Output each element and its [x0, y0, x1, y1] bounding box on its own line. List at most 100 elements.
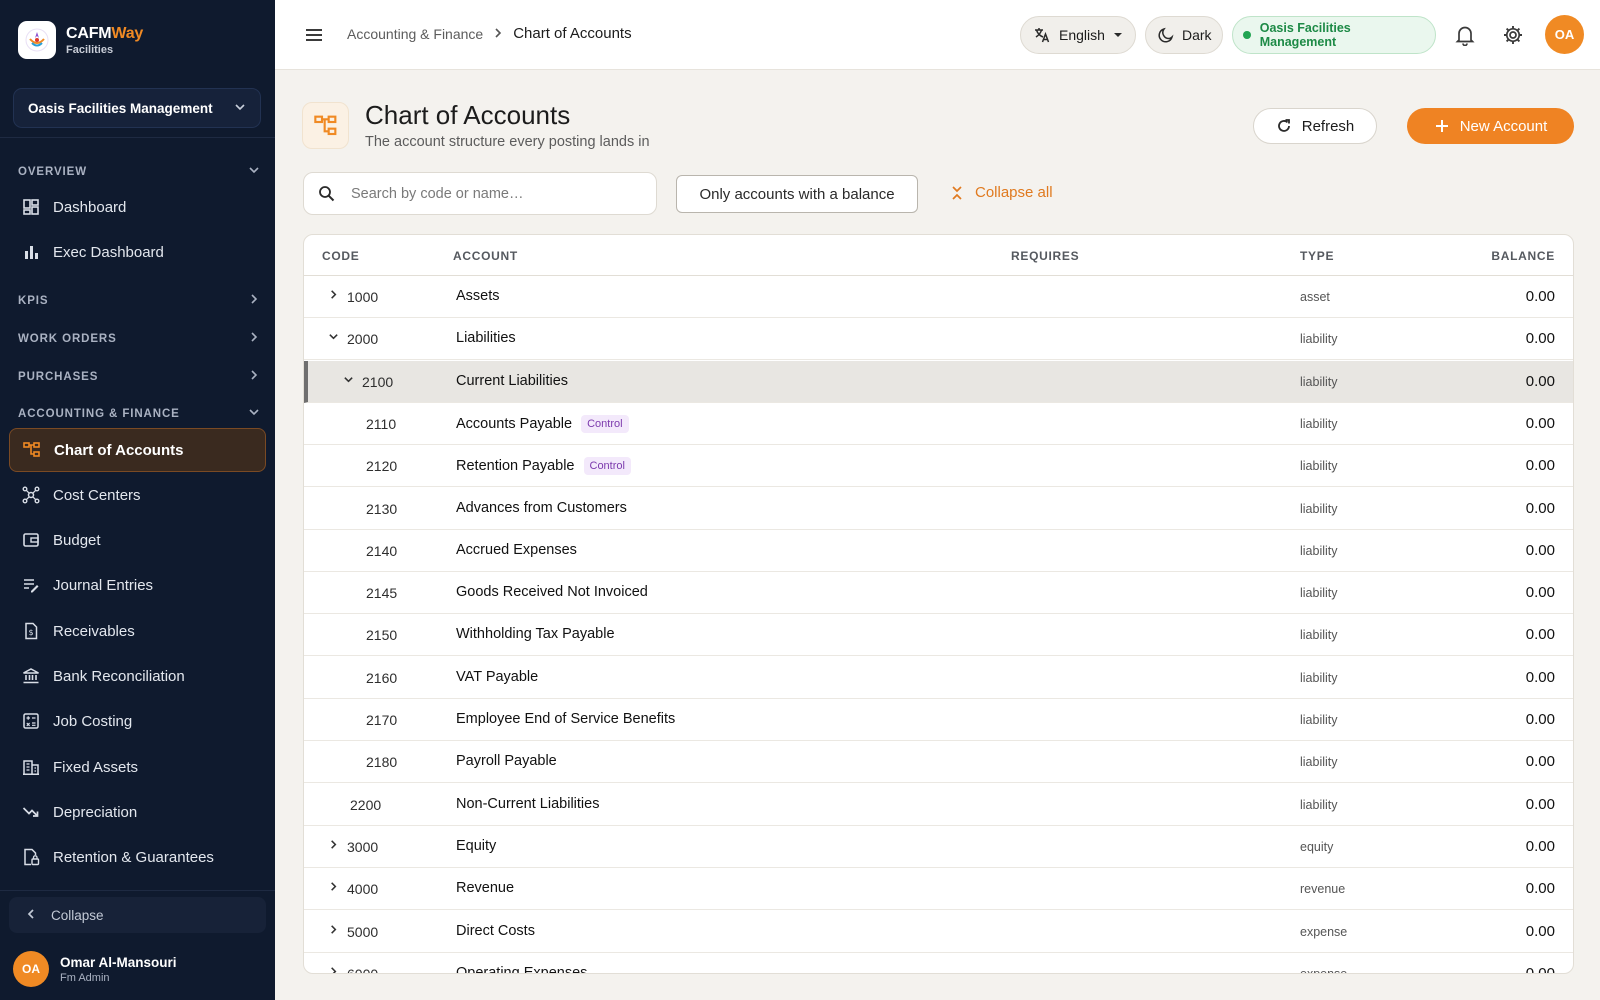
sidebar-item-job-costing[interactable]: Job Costing [9, 700, 266, 742]
account-code: 2130 [366, 500, 398, 517]
account-code: 2110 [366, 415, 397, 432]
menu-icon[interactable] [303, 24, 325, 46]
account-code: 2100 [362, 373, 394, 390]
account-name-label: Goods Received Not Invoiced [456, 584, 648, 601]
new-account-button[interactable]: New Account [1407, 108, 1574, 144]
table-row[interactable]: 2150 Withholding Tax Payable liability 0.00 [304, 614, 1573, 657]
sidebar-item-chart-of-accounts[interactable]: Chart of Accounts [9, 428, 266, 472]
chevron-right-icon[interactable] [327, 966, 339, 973]
table-row[interactable]: 2100 Current Liabilities liability 0.00 [304, 360, 1573, 403]
column-header-balance[interactable]: BALANCE [1491, 249, 1555, 263]
section-kpis[interactable]: KPIS [18, 293, 260, 308]
account-code: 2000 [347, 331, 379, 348]
section-label: PURCHASES [18, 370, 99, 383]
gear-icon[interactable] [1502, 24, 1524, 51]
account-name: Assets [456, 288, 500, 304]
account-name: Goods Received Not Invoiced [456, 584, 648, 600]
table-row[interactable]: 2000 Liabilities liability 0.00 [304, 318, 1573, 361]
avatar[interactable]: OA [1545, 15, 1584, 54]
table-row[interactable]: 4000 Revenue revenue 0.00 [304, 868, 1573, 911]
sidebar-item-journal-entries[interactable]: Journal Entries [9, 564, 266, 606]
caret-down-icon [1113, 30, 1123, 40]
column-header-code[interactable]: CODE [322, 249, 359, 263]
chevron-right-icon[interactable] [327, 289, 339, 303]
sidebar-item-label: Cost Centers [53, 486, 141, 504]
account-type: liability [1300, 713, 1338, 727]
account-balance: 0.00 [1525, 880, 1555, 898]
account-name: Accrued Expenses [456, 542, 577, 558]
organization-status-badge[interactable]: Oasis Facilities Management [1232, 16, 1436, 54]
collapse-sidebar-button[interactable]: Collapse [9, 897, 266, 933]
organization-select[interactable]: Oasis Facilities Management [13, 88, 261, 128]
theme-toggle[interactable]: Dark [1145, 16, 1223, 54]
sidebar-item-exec-dashboard[interactable]: Exec Dashboard [9, 231, 266, 273]
table-row[interactable]: 2140 Accrued Expenses liability 0.00 [304, 530, 1573, 572]
account-name-label: Advances from Customers [456, 499, 627, 516]
search-box[interactable] [303, 172, 657, 215]
account-type: liability [1300, 797, 1338, 812]
brand[interactable]: CAFMWay Facilities [18, 21, 143, 59]
account-name: Direct Costs [456, 923, 535, 939]
sidebar-item-depreciation[interactable]: Depreciation [9, 791, 266, 833]
account-type: liability [1300, 501, 1338, 516]
account-name: VAT Payable [456, 669, 538, 685]
table-row[interactable]: 2145 Goods Received Not Invoiced liability… [304, 572, 1573, 615]
table-row[interactable]: 6000 Operating Expenses expense 0.00 [304, 953, 1573, 973]
account-name-label: Employee End of Service Benefits [456, 711, 676, 727]
user-name: Omar Al-Mansouri [60, 954, 177, 970]
table-row[interactable]: 2110 Accounts Payable Control liability 0.00 [304, 403, 1573, 445]
section-accounting-finance[interactable]: ACCOUNTING & FINANCE [18, 406, 260, 421]
column-header-requires[interactable]: REQUIRES [1011, 249, 1079, 263]
sidebar-item-retention-guarantees[interactable]: Retention & Guarantees [9, 836, 266, 878]
language-label: English [1059, 27, 1105, 43]
organization-select-label: Oasis Facilities Management [28, 100, 213, 116]
sidebar-item-dashboard[interactable]: Dashboard [9, 186, 266, 228]
hub-icon [21, 485, 41, 505]
chevron-right-icon[interactable] [327, 839, 339, 853]
search-input[interactable] [351, 185, 631, 202]
table-row[interactable]: 2180 Payroll Payable liability 0.00 [304, 741, 1573, 784]
table-row[interactable]: 1000 Assets asset 0.00 [304, 276, 1573, 318]
table-row[interactable]: 5000 Direct Costs expense 0.00 [304, 911, 1573, 953]
account-balance: 0.00 [1525, 626, 1555, 644]
section-purchases[interactable]: PURCHASES [18, 369, 260, 384]
table-row[interactable]: 2200 Non-Current Liabilities liability 0.00 [304, 784, 1573, 826]
account-name: Retention Payable Control [456, 457, 631, 476]
table-row[interactable]: 2120 Retention Payable Control liability 0.0… [304, 445, 1573, 488]
bell-icon[interactable] [1455, 24, 1475, 51]
chevron-down-icon[interactable] [327, 331, 339, 345]
calculator-icon [21, 711, 41, 731]
only-balance-filter-button[interactable]: Only accounts with a balance [676, 175, 918, 213]
table-row[interactable]: 2170 Employee End of Service Benefits liab… [304, 699, 1573, 741]
account-balance: 0.00 [1525, 837, 1555, 855]
sidebar-item-fixed-assets[interactable]: Fixed Assets [9, 746, 266, 788]
account-type: expense [1300, 924, 1348, 939]
sidebar-item-cost-centers[interactable]: Cost Centers [9, 474, 266, 516]
section-label: WORK ORDERS [18, 332, 117, 345]
user-profile[interactable]: OA Omar Al-Mansouri Fm Admin [13, 951, 177, 987]
sidebar-item-label: Chart of Accounts [54, 441, 184, 459]
table-row[interactable]: 2160 VAT Payable liability 0.00 [304, 657, 1573, 699]
section-overview[interactable]: OVERVIEW [18, 164, 260, 179]
section-work-orders[interactable]: WORK ORDERS [18, 331, 260, 346]
chevron-down-icon[interactable] [342, 374, 354, 388]
chevron-right-icon [493, 26, 503, 41]
sidebar-item-bank-reconciliation[interactable]: Bank Reconciliation [9, 655, 266, 697]
table-row[interactable]: 2130 Advances from Customers liability 0.00 [304, 488, 1573, 530]
sidebar-item-budget[interactable]: Budget [9, 519, 266, 561]
language-select[interactable]: English [1020, 16, 1136, 54]
collapse-all-button[interactable]: Collapse all [951, 184, 1053, 201]
organization-status-label: Oasis Facilities Management [1259, 21, 1351, 49]
table-row[interactable]: 3000 Equity equity 0.00 [304, 826, 1573, 868]
column-header-type[interactable]: TYPE [1300, 249, 1334, 263]
sidebar-item-label: Exec Dashboard [53, 243, 164, 261]
chevron-right-icon[interactable] [327, 881, 339, 895]
user-role: Fm Admin [60, 971, 110, 984]
chevron-right-icon[interactable] [327, 924, 339, 938]
breadcrumb-parent[interactable]: Accounting & Finance [347, 26, 483, 42]
account-balance: 0.00 [1525, 711, 1555, 728]
page-title: Chart of Accounts [365, 100, 571, 130]
refresh-button[interactable]: Refresh [1253, 108, 1377, 144]
sidebar-item-receivables[interactable]: $ Receivables [9, 610, 266, 652]
column-header-account[interactable]: ACCOUNT [453, 249, 518, 263]
